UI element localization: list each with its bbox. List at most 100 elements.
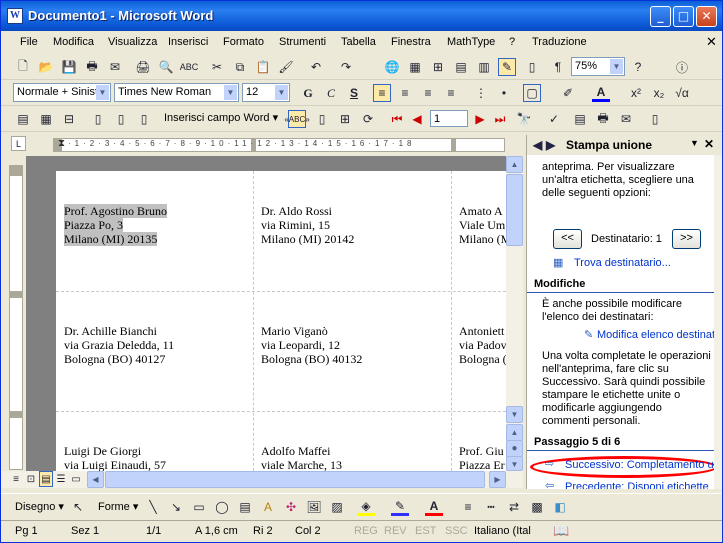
- menu-mathtype[interactable]: MathType: [447, 36, 495, 48]
- numbering-icon[interactable]: ⋮: [472, 84, 490, 102]
- print-icon[interactable]: 🖨: [134, 58, 152, 76]
- draw-menu[interactable]: Disegno ▾: [15, 500, 64, 513]
- bullets-icon[interactable]: •: [495, 84, 513, 102]
- back-icon[interactable]: ◀: [533, 138, 542, 152]
- next-recipient-button[interactable]: >>: [672, 229, 701, 249]
- columns-icon[interactable]: ▥: [475, 58, 493, 76]
- close-button[interactable]: ✕: [696, 6, 717, 27]
- menu-visualizza[interactable]: Visualizza: [108, 36, 157, 48]
- status-extend[interactable]: EST: [415, 525, 436, 537]
- email-icon[interactable]: ✉: [106, 58, 124, 76]
- scroll-up-icon[interactable]: ▲: [506, 156, 523, 173]
- task-pane-close-icon[interactable]: ✕: [704, 137, 714, 151]
- insert-fields-icon[interactable]: ▯: [135, 110, 153, 128]
- document-map-icon[interactable]: ▯: [523, 58, 541, 76]
- next-record-icon[interactable]: ▶: [471, 110, 489, 128]
- align-center-icon[interactable]: ≡: [396, 84, 414, 102]
- new-document-icon[interactable]: 🗋: [14, 58, 32, 76]
- close-document-icon[interactable]: ✕: [706, 34, 717, 50]
- mathtype-icon[interactable]: √α: [673, 84, 691, 102]
- view-merged-data-icon[interactable]: «ABC»: [284, 110, 310, 128]
- indent-marker-icon[interactable]: ⧗: [58, 139, 65, 149]
- scroll-down-icon[interactable]: ▼: [506, 406, 523, 423]
- title-bar[interactable]: W Documento1 - Microsoft Word _ □ ✕: [1, 1, 722, 31]
- task-pane-menu-icon[interactable]: ▼: [690, 138, 699, 148]
- arrow-style-icon[interactable]: ⇄: [505, 498, 523, 516]
- label-cell[interactable]: Luigi De Giorgi via Luigi Einaudi, 57: [64, 444, 166, 471]
- shadow-icon[interactable]: ▩: [528, 498, 546, 516]
- oval-icon[interactable]: ◯: [213, 498, 231, 516]
- style-select[interactable]: Normale + Sinistr ▼: [13, 83, 111, 102]
- subscript-icon[interactable]: x₂: [650, 84, 668, 102]
- read-icon[interactable]: ⓘ: [673, 58, 691, 76]
- save-icon[interactable]: 💾: [60, 58, 78, 76]
- normal-view-icon[interactable]: ≡: [9, 471, 23, 487]
- align-right-icon[interactable]: ≡: [419, 84, 437, 102]
- minimize-button[interactable]: _: [650, 6, 671, 27]
- menu-inserisci[interactable]: Inserisci: [168, 36, 208, 48]
- print-preview-icon[interactable]: 🔍: [157, 58, 175, 76]
- line-icon[interactable]: ╲: [144, 498, 162, 516]
- borders-icon[interactable]: ▢: [523, 84, 541, 102]
- recipients-icon[interactable]: ⊟: [60, 110, 78, 128]
- line-color-icon[interactable]: ✎: [391, 498, 409, 516]
- font-color-icon[interactable]: A: [592, 84, 610, 102]
- merge-email-icon[interactable]: ✉: [617, 110, 635, 128]
- last-record-icon[interactable]: ⏭: [491, 110, 509, 128]
- text-box-icon[interactable]: ▤: [236, 498, 254, 516]
- underline-icon[interactable]: S: [345, 84, 363, 102]
- hyperlink-icon[interactable]: 🌐: [383, 58, 401, 76]
- wordart-icon[interactable]: A: [259, 498, 277, 516]
- propagate-labels-icon[interactable]: ⟳: [359, 110, 377, 128]
- web-view-icon[interactable]: ⊡: [24, 471, 38, 487]
- label-cell[interactable]: Adolfo Maffei viale Marche, 13: [261, 444, 342, 471]
- insert-excel-icon[interactable]: ▤: [452, 58, 470, 76]
- next-step-link[interactable]: Successivo: Completamento unione: [565, 459, 717, 471]
- status-macro-record[interactable]: REG: [354, 525, 378, 537]
- spelling-status-icon[interactable]: 📖: [553, 523, 569, 539]
- forward-icon[interactable]: ▶: [546, 138, 555, 152]
- record-number-input[interactable]: 1: [430, 110, 468, 127]
- insert-address-icon[interactable]: ▯: [89, 110, 107, 128]
- reading-view-icon[interactable]: ▭: [69, 471, 83, 487]
- insert-greeting-icon[interactable]: ▯: [112, 110, 130, 128]
- tab-selector-icon[interactable]: L: [11, 136, 26, 151]
- label-cell[interactable]: Prof. Giu Piazza Er: [459, 444, 505, 471]
- highlight-icon[interactable]: ✐: [559, 84, 577, 102]
- menu-help[interactable]: ?: [509, 36, 515, 48]
- help-icon[interactable]: ?: [629, 58, 647, 76]
- find-entry-icon[interactable]: 🔭: [515, 110, 533, 128]
- open-data-source-icon[interactable]: ▦: [37, 110, 55, 128]
- 3d-icon[interactable]: ◧: [551, 498, 569, 516]
- insert-word-field-select[interactable]: Inserisci campo Word ▾: [161, 109, 279, 128]
- drawing-icon[interactable]: ✎: [498, 58, 516, 76]
- draw-font-color-icon[interactable]: A: [425, 498, 443, 516]
- insert-table-icon[interactable]: ⊞: [429, 58, 447, 76]
- cut-icon[interactable]: ✂: [208, 58, 226, 76]
- spelling-icon[interactable]: ABC: [180, 58, 199, 76]
- status-revisions[interactable]: REV: [384, 525, 407, 537]
- scroll-thumb[interactable]: [506, 174, 523, 246]
- word-app-icon[interactable]: W: [7, 8, 23, 24]
- find-recipient-link[interactable]: Trova destinatario...: [574, 257, 671, 269]
- previous-record-icon[interactable]: ◀: [408, 110, 426, 128]
- browse-object-icon[interactable]: ●: [506, 440, 523, 457]
- select-objects-icon[interactable]: ↖: [69, 498, 87, 516]
- label-cell[interactable]: Amato A Viale Um Milano (M: [459, 204, 506, 246]
- dash-style-icon[interactable]: ┅: [482, 498, 500, 516]
- vertical-scrollbar[interactable]: ▲ ▼ ▲ ● ▼: [506, 156, 523, 471]
- match-fields-icon[interactable]: ⊞: [336, 110, 354, 128]
- rectangle-icon[interactable]: ▭: [190, 498, 208, 516]
- label-page[interactable]: Prof. Agostino Bruno Piazza Po, 3 Milano…: [56, 171, 506, 471]
- menu-tabella[interactable]: Tabella: [341, 36, 376, 48]
- fill-color-icon[interactable]: ◈: [357, 498, 375, 516]
- redo-icon[interactable]: ↷: [337, 58, 355, 76]
- clip-art-icon[interactable]: 🖼: [305, 498, 323, 516]
- menu-file[interactable]: File: [20, 36, 38, 48]
- menu-formato[interactable]: Formato: [223, 36, 264, 48]
- menu-finestra[interactable]: Finestra: [391, 36, 431, 48]
- vertical-ruler[interactable]: [9, 165, 23, 470]
- next-page-icon[interactable]: ▼: [506, 456, 523, 471]
- label-cell[interactable]: Mario Viganò via Leopardi, 12 Bologna (B…: [261, 324, 362, 366]
- tables-borders-icon[interactable]: ▦: [406, 58, 424, 76]
